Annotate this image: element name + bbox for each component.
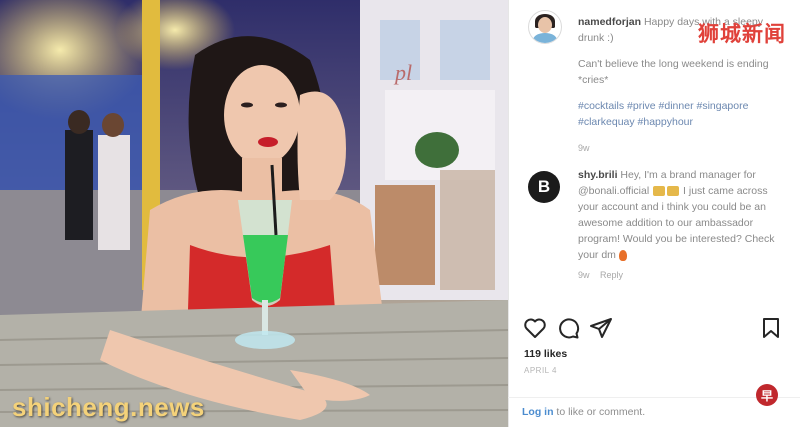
shicheng-news-logo: 狮城新闻 (698, 22, 786, 46)
heart-icon[interactable] (523, 316, 547, 340)
watermark-shicheng: shicheng.news (12, 392, 205, 422)
post-photo[interactable]: pl shicheng.news (0, 0, 508, 427)
grimace-emoji-icon-2 (667, 186, 680, 197)
bookmark-icon[interactable] (759, 316, 783, 340)
comment-icon[interactable] (556, 316, 580, 340)
photo-illustration: pl (0, 0, 508, 427)
login-bar: Log in to like or comment. (508, 397, 800, 427)
reply-link[interactable]: Reply (600, 270, 623, 280)
hashtags[interactable]: #cocktails #prive #dinner #singapore #cl… (578, 98, 778, 130)
svg-text:pl: pl (393, 60, 412, 85)
comment-meta: 9w Reply (578, 267, 778, 283)
caption-line-2: Can't believe the long weekend is ending… (578, 58, 769, 86)
caption-timestamp: 9w (578, 143, 590, 153)
avatar[interactable] (528, 10, 562, 44)
fire-emoji-icon (618, 249, 627, 261)
post-date: APRIL 4 (524, 366, 557, 375)
grimace-emoji-icon (653, 186, 666, 197)
comment-timestamp: 9w (578, 270, 590, 280)
comment-avatar[interactable]: B (528, 171, 560, 203)
comment-username[interactable]: shy.brili (578, 169, 617, 181)
login-link[interactable]: Log in (522, 406, 554, 418)
likes-count[interactable]: 119 likes (524, 348, 567, 360)
zaobao-badge-icon: 早 (756, 384, 778, 406)
comment-body: shy.brili Hey, I'm a brand manager for @… (578, 167, 778, 283)
post-username[interactable]: namedforjan (578, 16, 641, 28)
share-icon[interactable] (589, 316, 613, 340)
login-prompt: Log in to like or comment. (522, 406, 645, 418)
login-text: to like or comment. (556, 406, 646, 418)
